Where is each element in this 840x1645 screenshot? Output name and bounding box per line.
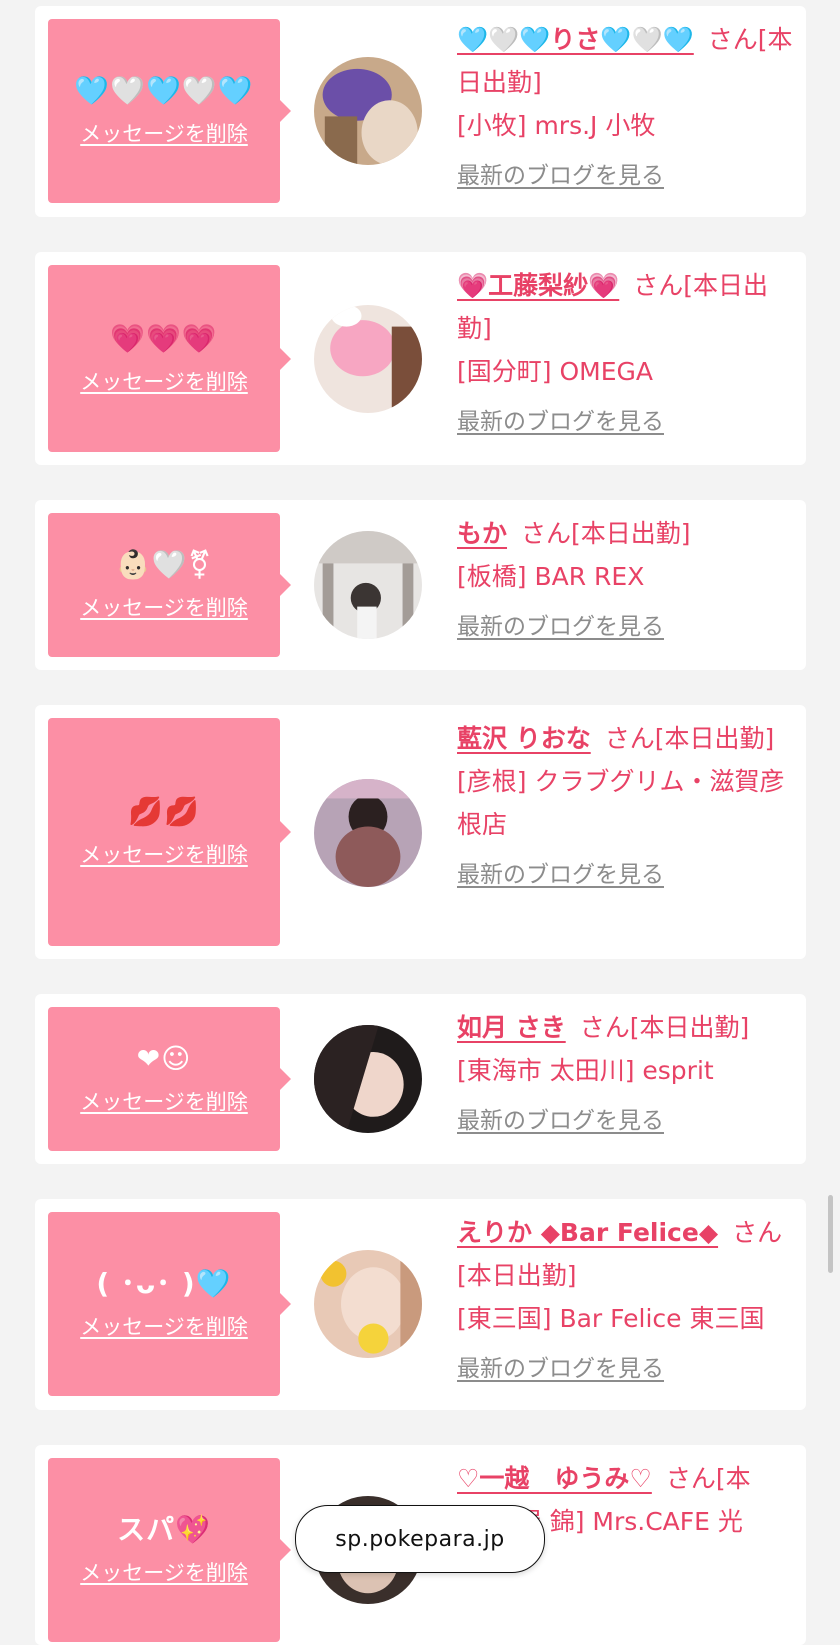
- delete-message-link[interactable]: メッセージを削除: [80, 839, 248, 869]
- message-bubble: ( ･ᴗ･ )🩵 メッセージを削除: [48, 1212, 291, 1396]
- cast-name-link[interactable]: 🩵🤍🩵りさ🩵🤍🩵: [457, 25, 694, 54]
- cast-info: もか さん[本日出勤] [板橋] BAR REX 最新のブログを見る: [457, 512, 797, 649]
- delete-message-link[interactable]: メッセージを削除: [80, 1311, 248, 1341]
- message-text: ( ･ᴗ･ )🩵: [96, 1267, 232, 1300]
- delete-message-link[interactable]: メッセージを削除: [80, 1557, 248, 1587]
- message-bubble: 🩵🤍🩵🤍🩵 メッセージを削除: [48, 19, 291, 203]
- message-text: 💗💗💗: [110, 321, 218, 355]
- message-card: ❤☺ メッセージを削除 如月 さき さん[本日出勤] [東海市 太田川] espr…: [35, 994, 806, 1164]
- message-text: スパ💖: [117, 1513, 211, 1546]
- message-card: 🩵🤍🩵🤍🩵 メッセージを削除 🩵🤍🩵りさ🩵🤍🩵 さん[本日出勤] [小牧] mrs…: [35, 6, 806, 217]
- avatar[interactable]: [314, 1250, 422, 1358]
- browser-url-bar[interactable]: sp.pokepara.jp: [295, 1505, 545, 1573]
- cast-name-link[interactable]: もか: [457, 519, 507, 548]
- avatar-photo: [314, 1250, 422, 1358]
- avatar-photo: [314, 531, 422, 639]
- shop-name: [国分町] OMEGA: [457, 357, 653, 386]
- message-card: 👶🏻🤍⚧ メッセージを削除 もか さん[本日出勤] [板橋] BAR REX 最新…: [35, 500, 806, 670]
- shop-name: [板橋] BAR REX: [457, 562, 645, 591]
- shop-name: [彦根] クラブグリム・滋賀彦根店: [457, 767, 785, 839]
- avatar[interactable]: [314, 305, 422, 413]
- shop-name: [東海市 太田川] esprit: [457, 1056, 714, 1085]
- message-text: ❤☺: [136, 1042, 192, 1075]
- message-bubble: 💋💋 メッセージを削除: [48, 718, 291, 946]
- avatar-photo: [314, 57, 422, 165]
- cast-status: さん[本日出勤]: [604, 724, 775, 753]
- message-bubble: スパ💖 メッセージを削除: [48, 1458, 291, 1642]
- avatar[interactable]: [314, 779, 422, 887]
- message-card: 💗💗💗 メッセージを削除 💗工藤梨紗💗 さん[本日出勤] [国分町] OMEGA …: [35, 252, 806, 465]
- cast-status: さん[本: [665, 1464, 751, 1493]
- url-text: sp.pokepara.jp: [335, 1526, 505, 1552]
- latest-blog-link[interactable]: 最新のブログを見る: [457, 1100, 664, 1143]
- message-card: 💋💋 メッセージを削除 藍沢 りおな さん[本日出勤] [彦根] クラブグリム・滋…: [35, 705, 806, 959]
- avatar[interactable]: [314, 57, 422, 165]
- delete-message-link[interactable]: メッセージを削除: [80, 592, 248, 622]
- delete-message-link[interactable]: メッセージを削除: [80, 118, 248, 148]
- delete-message-link[interactable]: メッセージを削除: [80, 366, 248, 396]
- cast-info: 如月 さき さん[本日出勤] [東海市 太田川] esprit 最新のブログを見る: [457, 1006, 797, 1143]
- shop-name: [小牧] mrs.J 小牧: [457, 111, 656, 140]
- cast-name-link[interactable]: えりか ◆Bar Felice◆: [457, 1218, 718, 1247]
- avatar-photo: [314, 305, 422, 413]
- cast-info: 💗工藤梨紗💗 さん[本日出勤] [国分町] OMEGA 最新のブログを見る: [457, 264, 797, 444]
- message-card: ( ･ᴗ･ )🩵 メッセージを削除 えりか ◆Bar Felice◆ さん[本日出…: [35, 1199, 806, 1410]
- delete-message-link[interactable]: メッセージを削除: [80, 1086, 248, 1116]
- scrollbar[interactable]: [828, 1195, 833, 1273]
- cast-status: さん[本日出勤]: [579, 1013, 750, 1042]
- message-bubble: ❤☺ メッセージを削除: [48, 1007, 291, 1151]
- message-text: 👶🏻🤍⚧: [115, 548, 213, 581]
- latest-blog-link[interactable]: 最新のブログを見る: [457, 401, 664, 444]
- cast-name-link[interactable]: ♡一越 ゆうみ♡: [457, 1464, 652, 1493]
- cast-info: 藍沢 りおな さん[本日出勤] [彦根] クラブグリム・滋賀彦根店 最新のブログを…: [457, 717, 797, 897]
- avatar[interactable]: [314, 1025, 422, 1133]
- cast-status: さん[本日出勤]: [521, 519, 691, 548]
- message-bubble: 👶🏻🤍⚧ メッセージを削除: [48, 513, 291, 657]
- avatar-photo: [314, 1025, 422, 1133]
- shop-name: [東三国] Bar Felice 東三国: [457, 1304, 765, 1333]
- latest-blog-link[interactable]: 最新のブログを見る: [457, 1348, 664, 1391]
- cast-info: えりか ◆Bar Felice◆ さん[本日出勤] [東三国] Bar Felic…: [457, 1211, 797, 1391]
- cast-name-link[interactable]: 如月 さき: [457, 1013, 566, 1042]
- latest-blog-link[interactable]: 最新のブログを見る: [457, 606, 664, 649]
- cast-name-link[interactable]: 💗工藤梨紗💗: [457, 271, 619, 300]
- avatar[interactable]: [314, 531, 422, 639]
- message-text: 🩵🤍🩵🤍🩵: [74, 74, 254, 107]
- cast-info: 🩵🤍🩵りさ🩵🤍🩵 さん[本日出勤] [小牧] mrs.J 小牧 最新のブログを見る: [457, 18, 797, 198]
- avatar-photo: [314, 779, 422, 887]
- message-text: 💋💋: [128, 795, 200, 828]
- cast-name-link[interactable]: 藍沢 りおな: [457, 724, 591, 753]
- message-bubble: 💗💗💗 メッセージを削除: [48, 265, 291, 452]
- latest-blog-link[interactable]: 最新のブログを見る: [457, 155, 664, 198]
- latest-blog-link[interactable]: 最新のブログを見る: [457, 854, 664, 897]
